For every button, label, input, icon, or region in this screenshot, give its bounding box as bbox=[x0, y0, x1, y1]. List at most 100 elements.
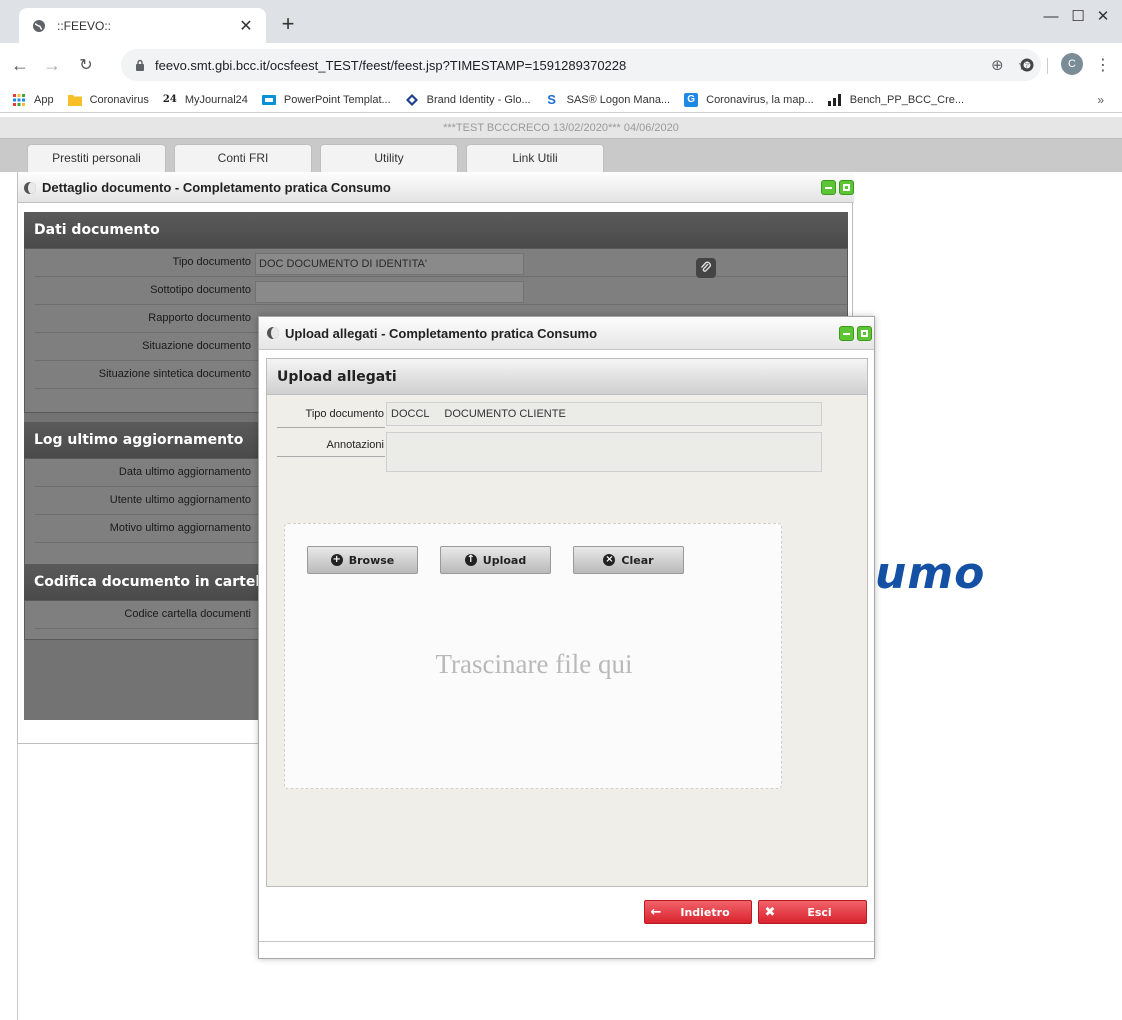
upload-section-title: Upload allegati bbox=[267, 359, 867, 395]
paperclip-icon[interactable] bbox=[696, 258, 716, 278]
field-label: Utente ultimo aggiornamento bbox=[109, 494, 251, 506]
tab-utility[interactable]: Utility bbox=[320, 144, 458, 172]
detail-panel-title: Dettaglio documento - Completamento prat… bbox=[42, 180, 391, 195]
maximize-panel-icon[interactable] bbox=[839, 180, 854, 195]
bookmark-label: PowerPoint Templat... bbox=[283, 93, 391, 106]
esci-button[interactable]: ✖ Esci bbox=[758, 900, 867, 924]
field-label: Codice cartella documenti bbox=[124, 608, 251, 620]
esci-label: Esci bbox=[807, 905, 832, 919]
upload-section: Upload allegati Tipo documento DOCCL DOC… bbox=[266, 358, 868, 887]
bookmark-item[interactable]: App bbox=[12, 93, 54, 107]
annotazioni-textarea[interactable] bbox=[386, 432, 822, 472]
moon-icon bbox=[267, 327, 279, 339]
bookmark-item[interactable]: Coronavirus bbox=[67, 93, 149, 107]
diamond-icon bbox=[405, 93, 419, 107]
upload-modal: Upload allegati - Completamento pratica … bbox=[258, 316, 875, 959]
map-icon: G bbox=[684, 92, 699, 107]
minimize-modal-icon[interactable] bbox=[839, 326, 854, 341]
bookmark-label: SAS® Logon Mana... bbox=[566, 93, 671, 106]
reload-icon[interactable]: ↻ bbox=[76, 55, 96, 75]
bookmark-item[interactable]: Brand Identity - Glo... bbox=[405, 93, 531, 107]
clear-button[interactable]: × Clear bbox=[573, 546, 684, 574]
modal-footer-divider bbox=[259, 941, 874, 942]
environment-banner: ***TEST BCCCRECO 13/02/2020*** 04/06/202… bbox=[0, 117, 1122, 139]
field-label: Motivo ultimo aggiornamento bbox=[109, 522, 251, 534]
field-value bbox=[255, 281, 524, 303]
journal-logo-icon: 24 bbox=[162, 94, 177, 105]
window-close-icon[interactable]: ✕ bbox=[1080, 0, 1122, 32]
tab-prestiti-personali[interactable]: Prestiti personali bbox=[27, 144, 166, 172]
bookmark-label: Brand Identity - Glo... bbox=[426, 93, 531, 106]
bookmark-label: Coronavirus bbox=[89, 93, 149, 106]
tab-close-icon[interactable]: ✕ bbox=[238, 16, 254, 36]
close-x-icon: ✖ bbox=[764, 904, 776, 920]
slides-icon bbox=[261, 93, 276, 107]
brand-watermark: umo bbox=[875, 548, 986, 599]
lock-icon bbox=[135, 59, 145, 71]
extension-icon[interactable] bbox=[1017, 55, 1037, 75]
apps-grid-icon bbox=[12, 93, 26, 107]
sas-icon: S bbox=[547, 92, 556, 107]
field-label: Tipo documento bbox=[172, 256, 251, 268]
upload-label: Upload bbox=[482, 553, 527, 567]
field-value: DOC DOCUMENTO DI IDENTITA' bbox=[255, 253, 524, 275]
tab-title: ::FEEVO:: bbox=[57, 18, 112, 33]
field-label: Rapporto documento bbox=[148, 312, 251, 324]
tab-conti-fri[interactable]: Conti FRI bbox=[174, 144, 312, 172]
upload-button[interactable]: ↑ Upload bbox=[440, 546, 551, 574]
bookmark-label: Bench_PP_BCC_Cre... bbox=[849, 93, 965, 106]
indietro-button[interactable]: ← Indietro bbox=[644, 900, 752, 924]
url-text: feevo.smt.gbi.bcc.it/ocsfeest_TEST/feest… bbox=[155, 57, 627, 73]
field-label: Situazione documento bbox=[142, 340, 251, 352]
plus-circle-icon: + bbox=[330, 554, 343, 566]
bookmark-label: Coronavirus, la map... bbox=[706, 93, 814, 106]
field-label: Sottotipo documento bbox=[150, 284, 251, 296]
field-label: Situazione sintetica documento bbox=[98, 368, 251, 380]
drop-hint-text: Trascinare file qui bbox=[435, 649, 633, 679]
upload-arrow-icon: ↑ bbox=[464, 554, 477, 566]
clear-label: Clear bbox=[621, 553, 654, 567]
tipo-documento-label: Tipo documento bbox=[305, 408, 384, 420]
annotazioni-row: Annotazioni bbox=[277, 434, 385, 457]
browser-toolbar: ← → ↻ feevo.smt.gbi.bcc.it/ocsfeest_TEST… bbox=[0, 43, 1122, 87]
bars-icon bbox=[827, 93, 842, 107]
address-bar[interactable]: feevo.smt.gbi.bcc.it/ocsfeest_TEST/feest… bbox=[121, 49, 1041, 81]
bookmark-label: App bbox=[34, 93, 54, 106]
maximize-modal-icon[interactable] bbox=[857, 326, 872, 341]
forward-arrow-icon[interactable]: → bbox=[42, 55, 62, 75]
zoom-icon[interactable]: ⊕ bbox=[991, 56, 1004, 74]
field-row: Tipo documento DOC DOCUMENTO DI IDENTITA… bbox=[35, 249, 847, 277]
upload-modal-header[interactable]: Upload allegati - Completamento pratica … bbox=[259, 317, 874, 350]
bookmarks-bar: App Coronavirus 24 MyJournal24 PowerPoin… bbox=[0, 87, 1122, 113]
bookmark-item[interactable]: S SAS® Logon Mana... bbox=[545, 92, 671, 107]
bookmark-item[interactable]: 24 MyJournal24 bbox=[163, 93, 248, 107]
field-label: Data ultimo aggiornamento bbox=[118, 466, 251, 478]
toolbar-separator bbox=[1047, 58, 1048, 74]
back-arrow-icon: ← bbox=[650, 904, 662, 920]
tipo-documento-field: DOCCL DOCUMENTO CLIENTE bbox=[386, 402, 822, 426]
bookmark-item[interactable]: PowerPoint Templat... bbox=[261, 93, 391, 107]
tab-link-utili[interactable]: Link Utili bbox=[466, 144, 604, 172]
browser-tab[interactable]: ::FEEVO:: ✕ bbox=[19, 8, 266, 43]
file-dropzone[interactable]: + Browse ↑ Upload × Clear Trascinare fil… bbox=[284, 523, 782, 789]
chrome-menu-icon[interactable]: ⋮ bbox=[1093, 55, 1113, 75]
annotazioni-label: Annotazioni bbox=[326, 439, 385, 451]
section-title: Dati documento bbox=[24, 212, 848, 248]
bookmark-label: MyJournal24 bbox=[184, 93, 248, 106]
back-arrow-icon[interactable]: ← bbox=[10, 55, 30, 75]
tipo-documento-row: Tipo documento bbox=[277, 403, 385, 428]
detail-panel-header: Dettaglio documento - Completamento prat… bbox=[18, 173, 854, 203]
globe-icon bbox=[31, 18, 47, 34]
bookmarks-overflow-icon[interactable]: » bbox=[1097, 93, 1104, 107]
bookmark-item[interactable]: G Coronavirus, la map... bbox=[684, 92, 814, 107]
minimize-panel-icon[interactable] bbox=[821, 180, 836, 195]
folder-icon bbox=[67, 93, 82, 107]
new-tab-icon[interactable]: + bbox=[276, 13, 300, 35]
moon-icon bbox=[24, 181, 36, 194]
field-row: Sottotipo documento bbox=[35, 277, 847, 305]
bookmark-item[interactable]: Bench_PP_BCC_Cre... bbox=[827, 93, 965, 107]
profile-avatar[interactable]: C bbox=[1061, 53, 1083, 75]
browser-tabstrip: ::FEEVO:: ✕ + — ☐ ✕ bbox=[0, 0, 1122, 43]
upload-modal-title: Upload allegati - Completamento pratica … bbox=[285, 325, 598, 341]
browse-button[interactable]: + Browse bbox=[307, 546, 418, 574]
